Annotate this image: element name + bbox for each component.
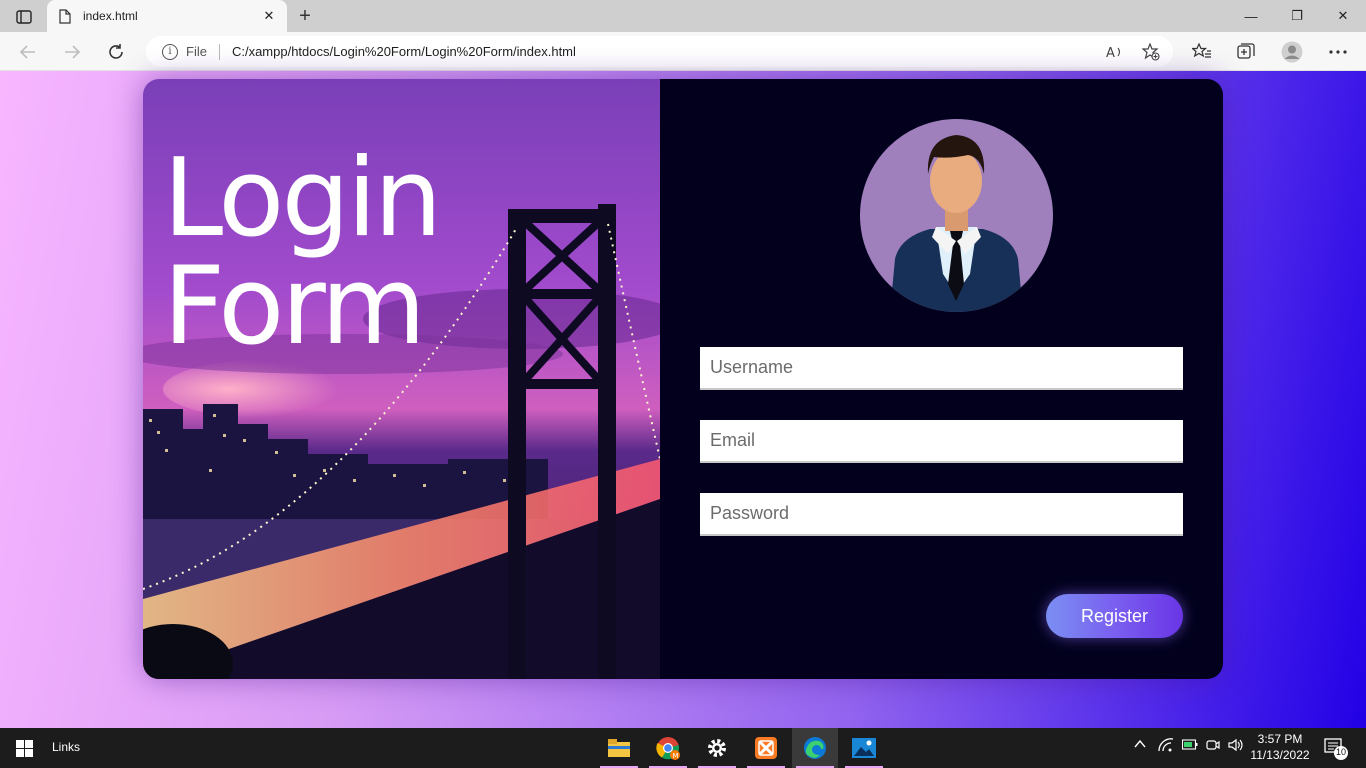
address-bar[interactable]: i File C:/xampp/htdocs/Login%20Form/Logi… bbox=[146, 36, 1173, 67]
forward-button[interactable] bbox=[58, 38, 86, 66]
notification-center-icon[interactable]: 10 bbox=[1324, 737, 1350, 764]
clock-time: 3:57 PM bbox=[1257, 732, 1303, 746]
hero-panel: Login Form bbox=[143, 79, 660, 679]
read-aloud-icon[interactable]: A bbox=[1106, 43, 1124, 61]
email-input[interactable] bbox=[700, 420, 1183, 463]
back-button[interactable] bbox=[14, 38, 42, 66]
volume-icon[interactable] bbox=[1228, 738, 1244, 755]
window-close-button[interactable]: ✕ bbox=[1320, 0, 1366, 32]
login-card: Login Form Register bbox=[143, 79, 1223, 679]
page-background: Login Form Register bbox=[0, 71, 1366, 728]
tab-actions-button[interactable] bbox=[8, 6, 40, 28]
refresh-button[interactable] bbox=[102, 38, 130, 66]
svg-text:A: A bbox=[1106, 46, 1115, 59]
hero-title-line1: Login bbox=[163, 136, 442, 261]
address-divider bbox=[218, 43, 220, 60]
url-text[interactable]: C:/xampp/htdocs/Login%20Form/Login%20For… bbox=[232, 44, 576, 59]
notification-count-badge: 10 bbox=[1336, 747, 1347, 757]
browser-tab[interactable]: index.html ✕ bbox=[47, 0, 287, 32]
clock-date: 11/13/2022 bbox=[1250, 748, 1310, 762]
info-icon[interactable]: i bbox=[162, 43, 178, 60]
hero-title-line2: Form bbox=[163, 244, 426, 369]
file-explorer-icon[interactable] bbox=[596, 728, 642, 768]
windows-start-icon[interactable] bbox=[16, 740, 33, 757]
photos-app-icon[interactable] bbox=[841, 728, 887, 768]
hero-title: Login Form bbox=[163, 136, 442, 369]
svg-text:M: M bbox=[673, 752, 679, 760]
tab-close-icon[interactable]: ✕ bbox=[261, 8, 277, 24]
back-arrow-icon bbox=[19, 45, 35, 59]
add-favorite-icon[interactable] bbox=[1142, 43, 1160, 61]
chrome-icon[interactable]: M bbox=[645, 728, 691, 768]
taskbar: Links M 3:57 PM 11/13/2022 10 bbox=[0, 728, 1366, 768]
show-hidden-icons-chevron-icon[interactable] bbox=[1134, 738, 1146, 752]
settings-gear-icon[interactable] bbox=[694, 728, 740, 768]
scheme-label: File bbox=[186, 44, 207, 59]
more-options-icon[interactable] bbox=[1326, 40, 1350, 64]
tab-title: index.html bbox=[83, 9, 138, 23]
register-button[interactable]: Register bbox=[1046, 594, 1183, 638]
forward-arrow-icon bbox=[65, 45, 81, 59]
meet-now-icon[interactable] bbox=[1206, 738, 1220, 755]
password-input[interactable] bbox=[700, 493, 1183, 536]
browser-toolbar: i File C:/xampp/htdocs/Login%20Form/Logi… bbox=[0, 32, 1366, 71]
restore-button[interactable]: ❐ bbox=[1274, 0, 1320, 32]
favorites-icon[interactable] bbox=[1190, 40, 1214, 64]
file-icon bbox=[59, 8, 73, 24]
system-clock[interactable]: 3:57 PM 11/13/2022 bbox=[1248, 731, 1312, 763]
links-toolbar-label[interactable]: Links bbox=[52, 740, 80, 754]
edge-browser-icon[interactable] bbox=[792, 728, 838, 768]
profile-avatar-icon[interactable] bbox=[1280, 40, 1304, 64]
xampp-icon[interactable] bbox=[743, 728, 789, 768]
form-panel: Register bbox=[660, 79, 1223, 679]
battery-icon[interactable] bbox=[1181, 738, 1198, 753]
user-avatar bbox=[860, 119, 1053, 312]
wifi-icon[interactable] bbox=[1158, 738, 1174, 755]
username-input[interactable] bbox=[700, 347, 1183, 390]
businessman-icon bbox=[890, 135, 1023, 312]
refresh-icon bbox=[109, 44, 123, 59]
minimize-button[interactable]: — bbox=[1228, 0, 1274, 32]
new-tab-button[interactable]: + bbox=[294, 5, 316, 27]
tab-actions-icon bbox=[16, 10, 32, 24]
collections-icon[interactable] bbox=[1234, 40, 1258, 64]
tab-bar: index.html ✕ + — ❐ ✕ bbox=[0, 0, 1366, 32]
